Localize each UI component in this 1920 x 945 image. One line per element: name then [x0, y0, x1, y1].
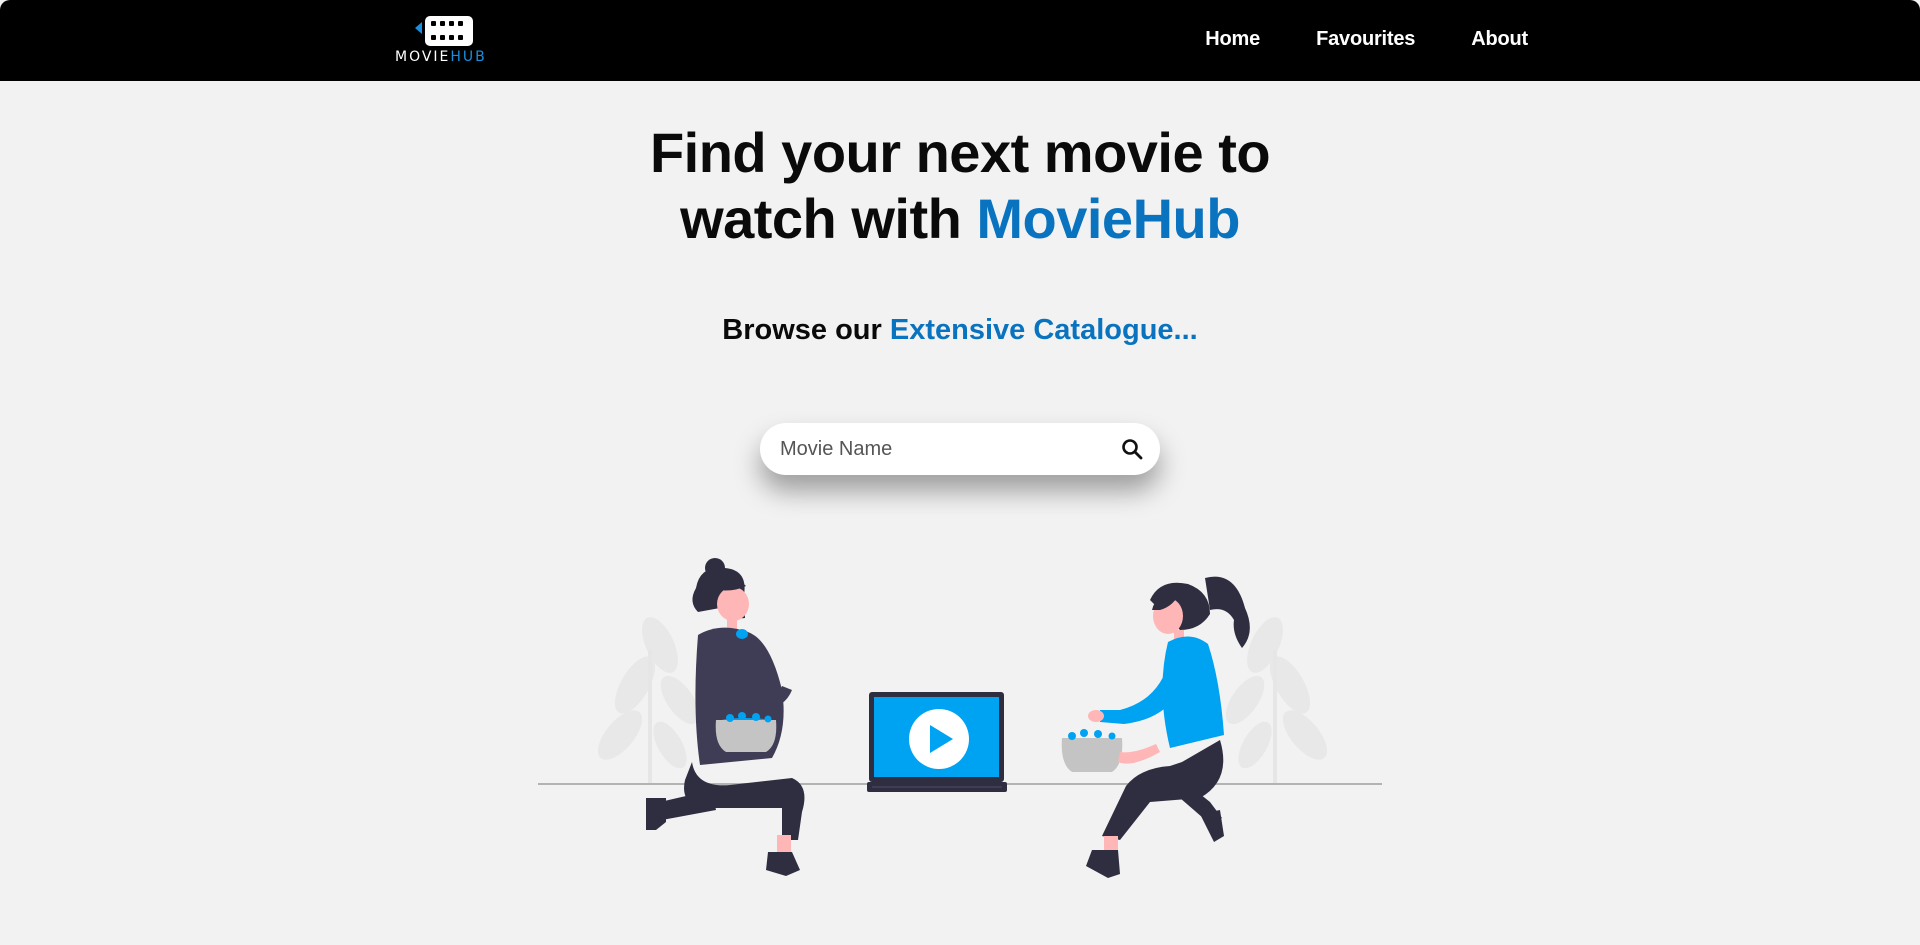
nav-link-about[interactable]: About [1471, 28, 1528, 51]
background-plant-left [597, 617, 700, 785]
laptop [867, 692, 1007, 792]
search-bar [760, 423, 1160, 475]
logo-wordmark: MOVIEHUB [395, 49, 487, 65]
person-left [646, 558, 805, 876]
page-title-line1: Find your next movie to [649, 121, 1271, 184]
subtitle-accent: Extensive Catalogue... [889, 314, 1198, 346]
search-icon [1122, 439, 1143, 460]
film-reel-icon [415, 16, 473, 46]
nav-links: Home Favourites About [1205, 28, 1528, 51]
page-title-brand: MovieHub [976, 187, 1240, 250]
page-title: Find your next movie to watch with Movie… [0, 120, 1920, 252]
background-plant-right [1225, 617, 1328, 785]
nav-link-favourites[interactable]: Favourites [1316, 28, 1415, 51]
logo-text-accent: HUB [450, 49, 487, 65]
logo-text-main: MOVIE [395, 49, 451, 65]
subtitle: Browse our Extensive Catalogue... [0, 314, 1920, 347]
search-input[interactable] [780, 423, 1100, 475]
subtitle-prefix: Browse our [722, 314, 890, 346]
person-right [1061, 576, 1250, 878]
nav-link-home[interactable]: Home [1205, 28, 1260, 51]
logo[interactable]: MOVIEHUB [395, 12, 495, 68]
page-title-line2-prefix: watch with [680, 187, 977, 250]
people-watching-movie-illustration [538, 558, 1382, 878]
navbar: MOVIEHUB Home Favourites About [0, 0, 1920, 81]
app-window: MOVIEHUB Home Favourites About Find your… [0, 0, 1920, 945]
search-button[interactable] [1120, 437, 1144, 461]
play-button-icon [909, 709, 969, 769]
